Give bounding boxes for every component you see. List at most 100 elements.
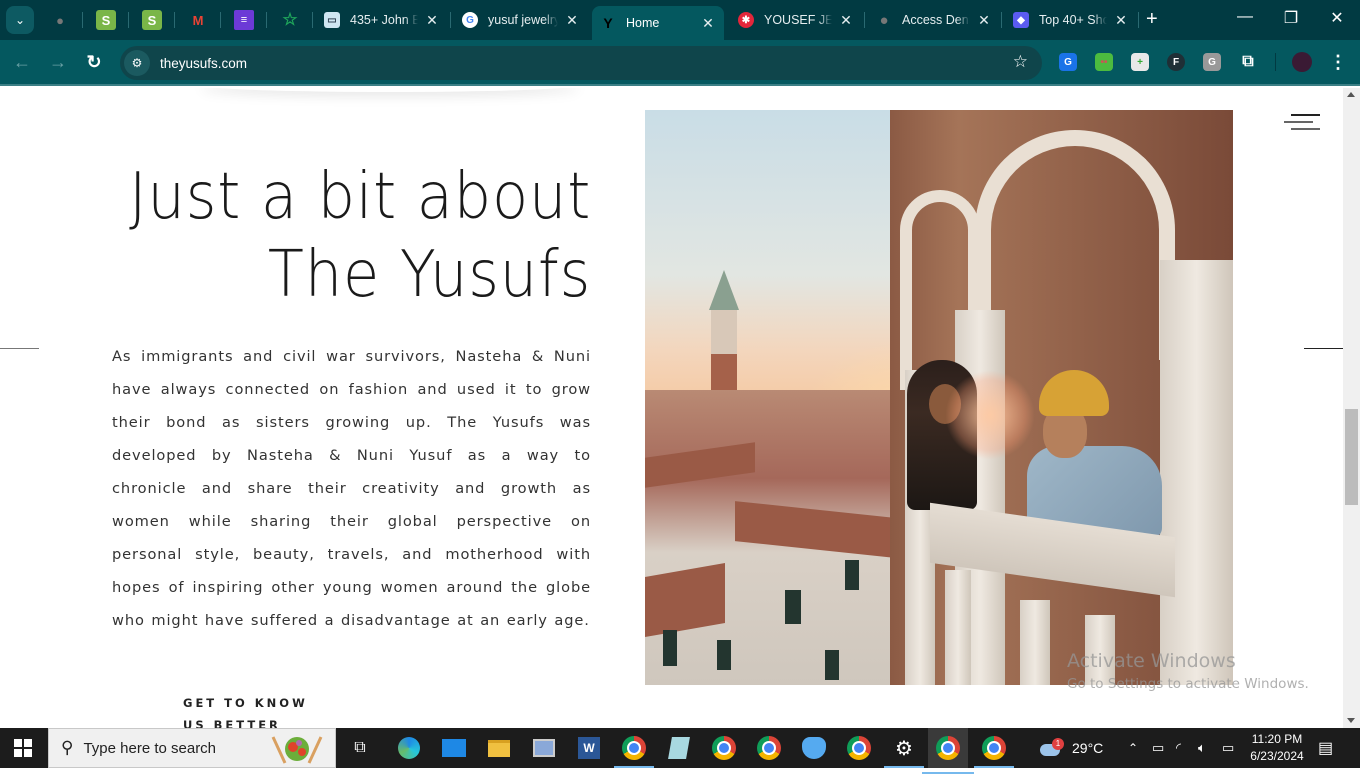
start-button[interactable] (14, 739, 32, 757)
menu-line (1284, 121, 1313, 123)
venice-balcony-photo (645, 110, 1233, 685)
tab-title: Home (626, 16, 660, 30)
f-extension-icon[interactable]: F (1167, 53, 1185, 71)
remote-desktop-icon[interactable] (530, 734, 558, 762)
photo-woman-right (1017, 370, 1162, 540)
tab-strip: ⌄ ● S S M ≡ ☆ ▭ 435+ John B ✕ G yusuf je… (0, 0, 1360, 40)
bookmark-star-icon[interactable]: ☆ (1013, 52, 1028, 72)
google-icon: G (462, 12, 478, 28)
tab-john-b[interactable]: ▭ 435+ John B ✕ (316, 6, 448, 34)
activate-windows-watermark: Activate Windows Go to Settings to activ… (1067, 650, 1309, 694)
close-tab-icon[interactable]: ✕ (1113, 12, 1129, 29)
tab-home[interactable]: Y Home ✕ (592, 6, 724, 40)
tab-yousef-jew[interactable]: ✱ YOUSEF JEW ✕ (730, 6, 862, 34)
translate-extension-icon[interactable]: G (1059, 53, 1077, 71)
chrome-icon[interactable] (845, 734, 873, 762)
forward-button[interactable]: → (47, 52, 69, 73)
tab-search-button[interactable]: ⌄ (6, 6, 34, 34)
file-explorer-icon[interactable] (485, 734, 513, 762)
chrome-profile-2-icon[interactable] (710, 734, 738, 762)
heading-line-2: The Yusufs (267, 238, 591, 312)
tab-title: yusuf jewelry (488, 13, 558, 27)
photo-lens-flare (945, 370, 1035, 460)
photo-arch (975, 130, 1175, 360)
tab-title: 435+ John B (350, 13, 418, 27)
photo-bell-tower (709, 270, 739, 410)
back-button[interactable]: ← (11, 52, 33, 73)
tab-access-denied[interactable]: ● Access Denie ✕ (868, 6, 1000, 34)
close-tab-icon[interactable]: ✕ (838, 12, 854, 29)
volume-icon[interactable]: 🔈︎ (1198, 728, 1206, 768)
show-hidden-icons-chevron-up-icon[interactable]: ⌃ (1128, 728, 1138, 768)
browser-toolbar: ← → ↻ ⚙ theyusufs.com ☆ G •• + F G ⧉ ⋮ (0, 40, 1360, 86)
globe-icon: ● (879, 11, 889, 29)
scrollbar-thumb[interactable] (1345, 409, 1358, 505)
wifi-icon[interactable]: ◜ (1176, 728, 1181, 768)
profile-avatar[interactable] (1292, 52, 1312, 72)
notepad-icon[interactable] (665, 734, 693, 762)
edge-icon[interactable] (395, 734, 423, 762)
toolbar-separator (1275, 53, 1276, 71)
cta-line-1: GET TO KNOW (183, 696, 308, 710)
word-icon[interactable]: W (575, 734, 603, 762)
pinned-tab-list[interactable]: ≡ (234, 10, 254, 30)
taskbar-search-box[interactable]: ⚲ Type here to search (48, 728, 336, 768)
pinned-tab-shopify-2[interactable]: S (142, 10, 162, 30)
settings-gear-icon[interactable]: ⚙ (884, 734, 924, 768)
close-tab-icon[interactable]: ✕ (424, 12, 440, 29)
diamond-icon: ◆ (1013, 12, 1029, 28)
url-text[interactable]: theyusufs.com (160, 56, 247, 71)
reload-button[interactable]: ↻ (83, 52, 105, 73)
tab-top-40[interactable]: ◆ Top 40+ Sho ✕ (1005, 6, 1137, 34)
close-tab-icon[interactable]: ✕ (564, 12, 580, 29)
site-settings-icon[interactable]: ⚙ (124, 50, 150, 76)
frog-extension-icon[interactable]: •• (1095, 53, 1113, 71)
tab-yusuf-jewelry[interactable]: G yusuf jewelry ✕ (454, 6, 588, 34)
hamburger-menu-button[interactable] (1284, 114, 1320, 134)
globe-icon: ● (56, 12, 64, 28)
clock-time: 11:20 PM (1251, 732, 1303, 746)
tab-separator (174, 12, 175, 28)
mail-icon[interactable] (440, 734, 468, 762)
battery-icon[interactable]: ▭ (1222, 728, 1234, 768)
close-tab-icon[interactable]: ✕ (976, 12, 992, 29)
address-bar[interactable]: ⚙ theyusufs.com ☆ (120, 46, 1042, 80)
new-tab-button[interactable]: + (1146, 8, 1158, 31)
pinned-tab-shopify-1[interactable]: S (96, 10, 116, 30)
pinned-tab-globe[interactable]: ● (50, 10, 70, 30)
pinned-tab-star[interactable]: ☆ (280, 10, 300, 30)
pinned-tab-gmail[interactable]: M (188, 10, 208, 30)
notifications-icon[interactable]: ▤ (1318, 728, 1333, 768)
chrome-profile-4-icon[interactable] (922, 728, 974, 774)
scroll-up-arrow-icon[interactable] (1347, 92, 1355, 97)
chrome-profile-3-icon[interactable] (755, 734, 783, 762)
yelp-icon: ✱ (738, 12, 754, 28)
weather-widget[interactable]: 1 29°C (1040, 728, 1103, 768)
messenger-icon[interactable] (800, 734, 828, 762)
minimize-button[interactable]: — (1233, 8, 1257, 26)
camera-icon[interactable]: ▭ (1152, 728, 1164, 768)
screenshot-extension-icon[interactable]: + (1131, 53, 1149, 71)
chrome-profile-5-icon[interactable] (974, 734, 1014, 768)
close-window-button[interactable]: ✕ (1325, 8, 1349, 28)
grammarly-extension-icon[interactable]: G (1203, 53, 1221, 71)
weather-badge: 1 (1052, 738, 1064, 750)
watermark-subtitle: Go to Settings to activate Windows. (1067, 676, 1309, 692)
tab-separator (1001, 12, 1002, 28)
task-view-icon[interactable]: ⧉ (346, 734, 374, 762)
chrome-profile-1-icon[interactable] (614, 734, 654, 768)
restore-button[interactable]: ❐ (1279, 8, 1303, 28)
get-to-know-link[interactable]: GET TO KNOW US BETTER (183, 692, 308, 728)
browser-menu-button[interactable]: ⋮ (1327, 52, 1349, 73)
tab-separator (266, 12, 267, 28)
page-scrollbar[interactable] (1343, 88, 1360, 728)
tab-title: Top 40+ Sho (1039, 13, 1107, 27)
scroll-down-arrow-icon[interactable] (1347, 718, 1355, 723)
decorative-line-right (1304, 348, 1343, 349)
cta-line-2: US BETTER (183, 718, 281, 728)
menu-line (1291, 114, 1320, 116)
system-clock[interactable]: 11:20 PM 6/23/2024 (1242, 731, 1312, 765)
extensions-puzzle-icon[interactable]: ⧉ (1239, 53, 1257, 71)
close-tab-icon[interactable]: ✕ (700, 15, 716, 32)
y-logo-icon: Y (603, 15, 613, 31)
